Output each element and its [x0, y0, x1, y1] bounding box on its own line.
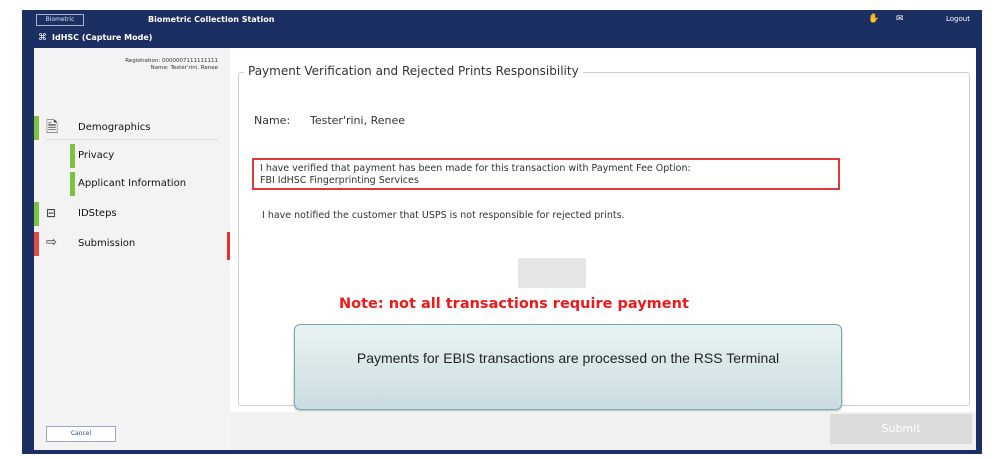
mail-icon[interactable]: ✉: [896, 14, 904, 24]
status-complete-bar: [34, 116, 39, 140]
logout-link[interactable]: Logout: [946, 15, 970, 23]
document-icon: 🗎: [46, 118, 59, 136]
ebis-callout: Payments for EBIS transactions are proce…: [294, 324, 842, 410]
callout-text: Payments for EBIS transactions are proce…: [356, 350, 780, 366]
app-window: Biometric Biometric Collection Station ⌘…: [22, 10, 982, 454]
blank-button[interactable]: [518, 258, 586, 288]
fingerprint-icon[interactable]: ✋: [868, 14, 879, 24]
sidebar-item-label: Demographics: [78, 122, 151, 133]
sidebar-item-label: IDSteps: [78, 208, 117, 219]
capture-mode-icon: ⌘: [38, 33, 47, 43]
payment-verification-checkbox[interactable]: I have verified that payment has been ma…: [252, 158, 840, 190]
sidebar-item-demographics[interactable]: 🗎 Demographics: [34, 116, 230, 140]
verify-text-line2: FBI IdHSC Fingerprinting Services: [260, 175, 419, 186]
cancel-button[interactable]: Cancel: [46, 426, 116, 442]
sidebar-item-submission[interactable]: ⇨ Submission: [34, 232, 230, 260]
capture-mode-label: IdHSC (Capture Mode): [52, 33, 153, 42]
footer-bar: Submit: [230, 412, 976, 450]
payment-note: Note: not all transactions require payme…: [339, 296, 689, 312]
sidebar-item-privacy[interactable]: Privacy: [70, 144, 230, 168]
status-complete-bar: [34, 202, 39, 226]
status-complete-bar: [70, 172, 75, 196]
export-icon: ⇨: [46, 235, 57, 250]
name-value: Tester'rini, Renee: [310, 114, 405, 127]
app-header: Biometric Biometric Collection Station ⌘…: [22, 10, 982, 48]
rejected-prints-checkbox[interactable]: I have notified the customer that USPS i…: [262, 210, 625, 221]
sidebar-item-idsteps[interactable]: ⊟ IDSteps: [34, 202, 230, 226]
app-title: Biometric Collection Station: [148, 15, 275, 24]
sidebar-item-label: Privacy: [78, 150, 115, 161]
main-panel: Payment Verification and Rejected Prints…: [230, 48, 976, 412]
logo: Biometric: [36, 14, 84, 26]
scanner-icon: ⊟: [46, 206, 57, 220]
sidebar-item-label: Submission: [78, 238, 136, 249]
status-active-bar: [34, 232, 39, 256]
submit-button[interactable]: Submit: [830, 414, 972, 444]
applicant-id: Registration: 0000007111111111 Name: Tes…: [125, 58, 218, 71]
sidebar-item-applicant-information[interactable]: Applicant Information: [70, 172, 230, 196]
sidebar-item-label: Applicant Information: [78, 178, 187, 189]
sidebar: Registration: 0000007111111111 Name: Tes…: [34, 48, 230, 450]
status-complete-bar: [70, 144, 75, 168]
verify-text-line1: I have verified that payment has been ma…: [260, 163, 691, 174]
name-label: Name:: [254, 114, 291, 127]
section-title: Payment Verification and Rejected Prints…: [244, 64, 583, 78]
